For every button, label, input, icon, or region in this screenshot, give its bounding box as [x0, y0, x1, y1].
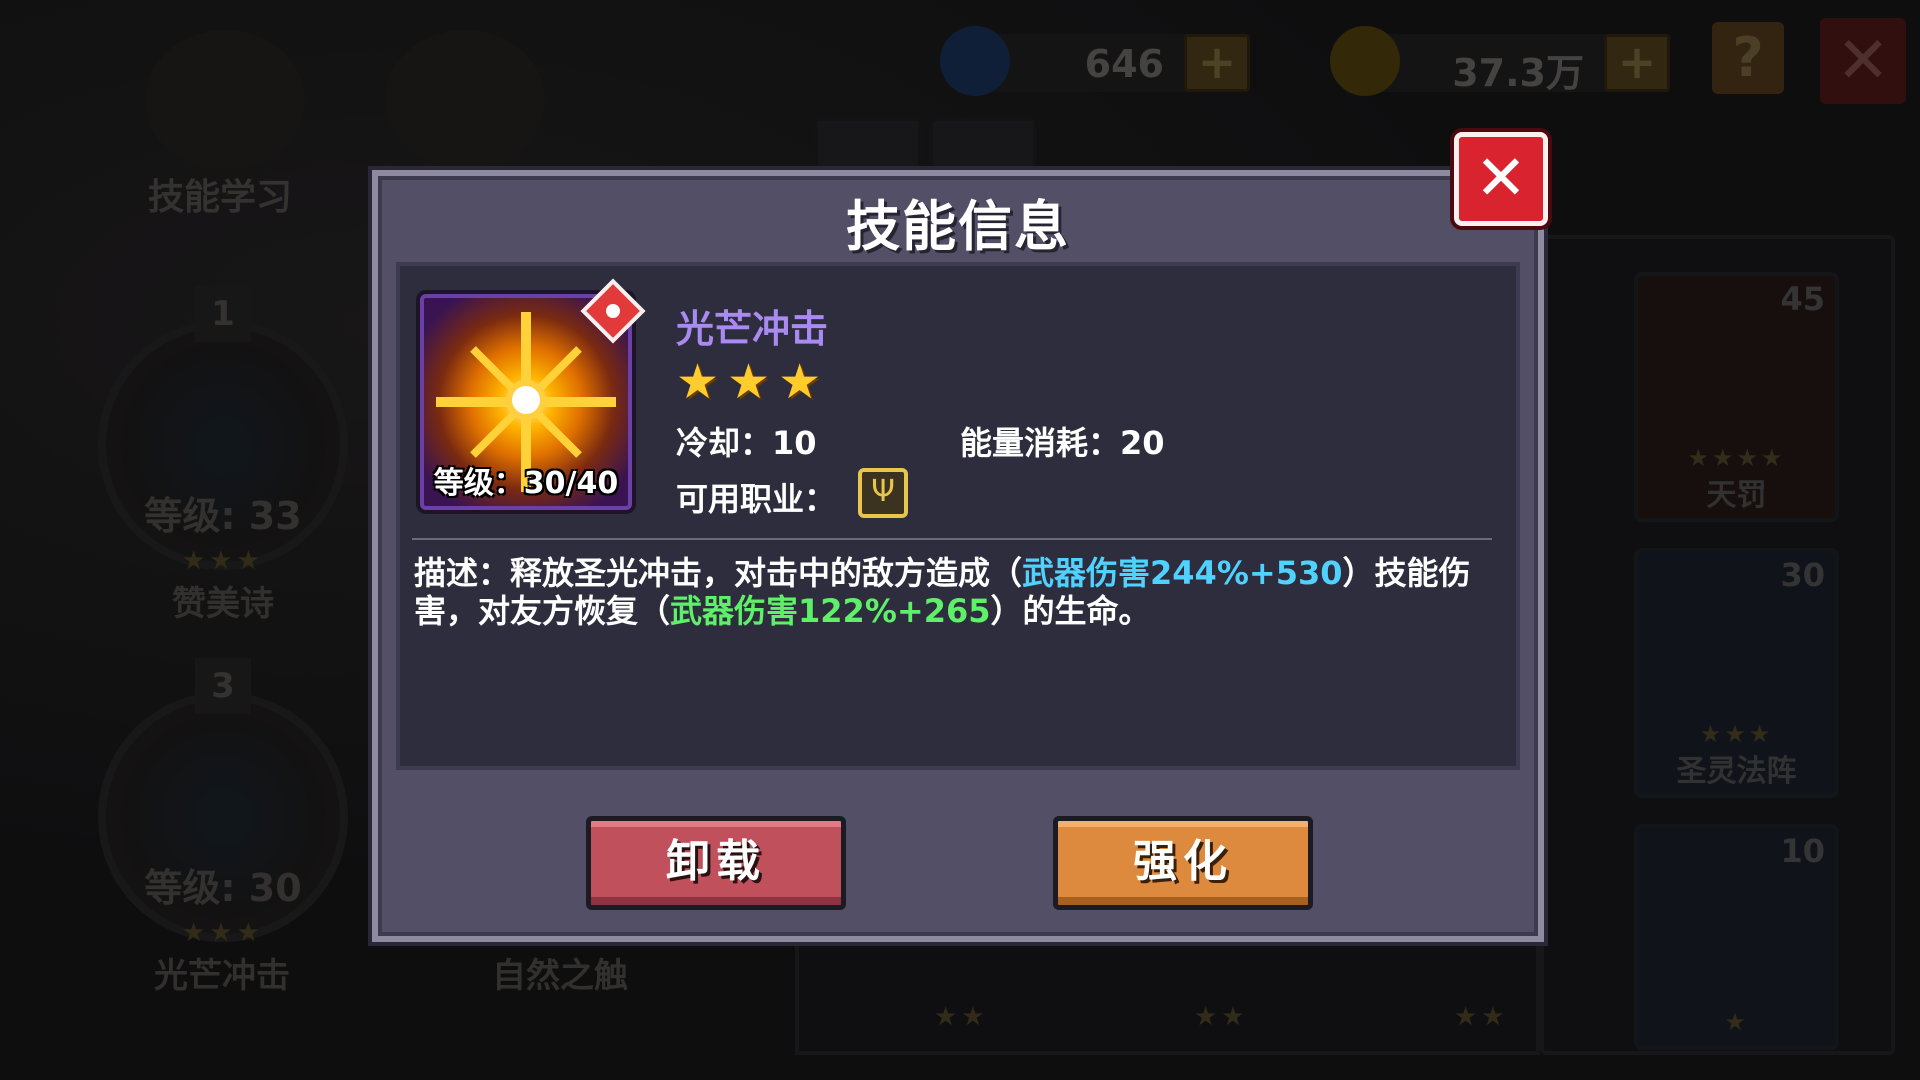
class-label: 可用职业：: [676, 480, 837, 518]
dialog-title: 技能信息: [846, 195, 1070, 258]
skill-info-dialog: 技能信息 等级：30/40 光芒冲击 ★★★ 冷却：10 能量消耗：20 可用职…: [372, 170, 1544, 942]
dialog-close-button[interactable]: ✕: [1454, 132, 1548, 226]
skill-level: 等级：30/40: [433, 466, 619, 501]
enhance-button[interactable]: 强化: [1053, 816, 1313, 910]
desc-suffix: ）的生命。: [990, 592, 1151, 630]
icon-core: [506, 380, 546, 420]
cooldown-text: 冷却：10: [676, 424, 817, 462]
desc-heal: 武器伤害122%+265: [670, 592, 991, 630]
desc-damage: 武器伤害244%+530: [1022, 554, 1343, 592]
energy-cost-text: 能量消耗：20: [960, 424, 1165, 462]
divider: [412, 538, 1492, 540]
skill-name: 光芒冲击: [676, 307, 829, 351]
desc-prefix: 描述：释放圣光冲击，对击中的敌方造成（: [414, 554, 1023, 592]
priest-class-icon: Ψ: [858, 468, 908, 518]
skill-description: 描述：释放圣光冲击，对击中的敌方造成（武器伤害244%+530）技能伤害，对友方…: [414, 554, 1474, 630]
unequip-button[interactable]: 卸载: [586, 816, 846, 910]
skill-stars: ★★★: [676, 354, 830, 410]
